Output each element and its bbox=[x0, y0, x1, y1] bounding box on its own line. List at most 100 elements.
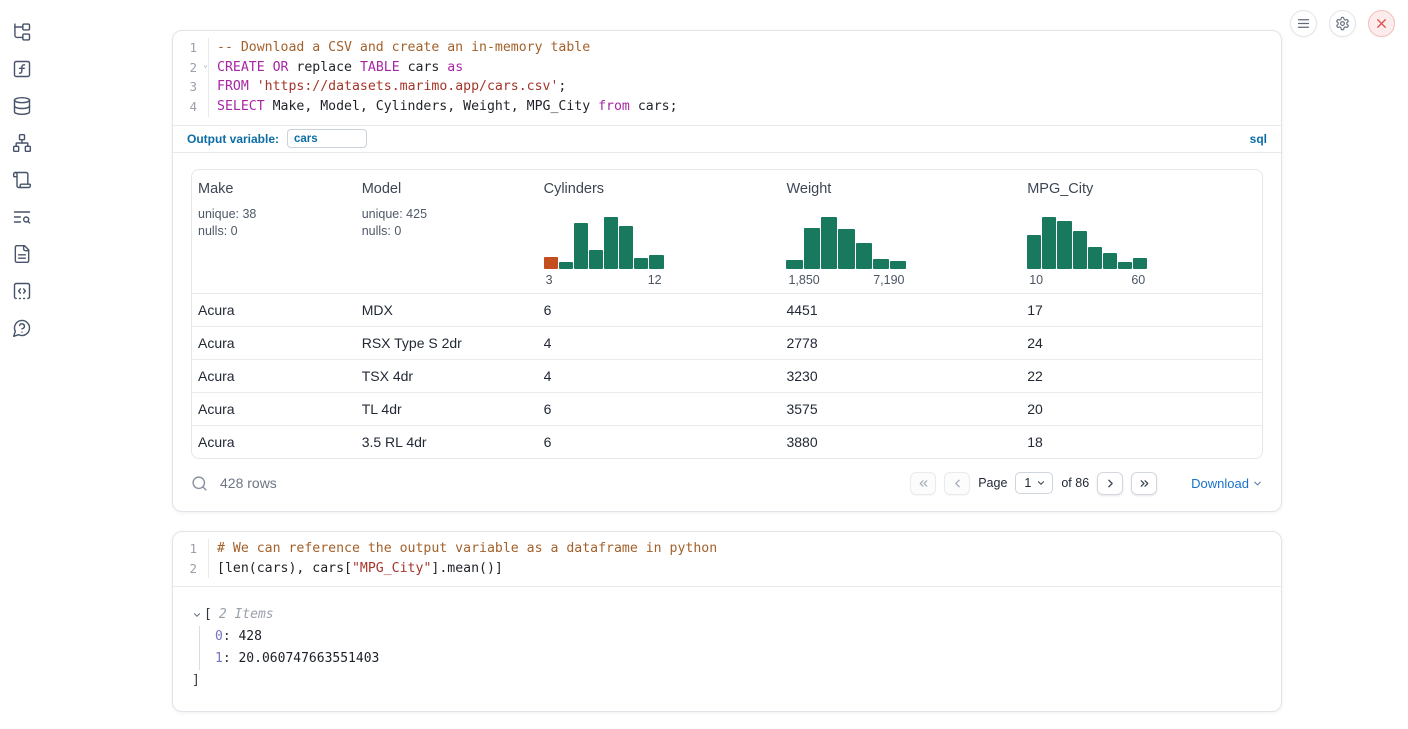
sidebar-item-datasources[interactable] bbox=[12, 96, 32, 116]
line-number: 1 bbox=[173, 38, 209, 58]
code-text[interactable]: CREATE OR replace TABLE cars as bbox=[209, 58, 463, 78]
histogram-bars bbox=[544, 217, 664, 269]
code-text[interactable]: -- Download a CSV and create an in-memor… bbox=[209, 38, 590, 58]
page-total-label: of 86 bbox=[1061, 476, 1089, 490]
column-name[interactable]: MPG_City bbox=[1027, 181, 1254, 197]
table-row[interactable]: AcuraRSX Type S 2dr4277824 bbox=[192, 326, 1262, 359]
token-c: -- Download a CSV and create an in-memor… bbox=[217, 40, 590, 55]
sidebar-item-snippets[interactable] bbox=[12, 281, 32, 301]
output-variable-label: Output variable: bbox=[187, 132, 279, 146]
fold-chevron-icon[interactable]: ⌄ bbox=[203, 61, 208, 69]
token-p bbox=[249, 79, 257, 94]
histogram-bar[interactable] bbox=[838, 229, 854, 269]
histogram-bar[interactable] bbox=[856, 243, 872, 269]
line-number: 2⌄ bbox=[173, 58, 209, 78]
histogram-bar[interactable] bbox=[649, 255, 663, 269]
column-name[interactable]: Make bbox=[198, 181, 348, 197]
sidebar-item-file-explorer[interactable] bbox=[12, 22, 32, 42]
code-line[interactable]: 1# We can reference the output variable … bbox=[173, 539, 1281, 559]
sidebar-item-documentation[interactable] bbox=[12, 244, 32, 264]
column-name[interactable]: Cylinders bbox=[544, 181, 773, 197]
code-line[interactable]: 2⌄CREATE OR replace TABLE cars as bbox=[173, 58, 1281, 78]
code-line[interactable]: 2[len(cars), cars["MPG_City"].mean()] bbox=[173, 559, 1281, 579]
page-select[interactable]: 1 bbox=[1015, 472, 1053, 494]
python-code-editor[interactable]: 1# We can reference the output variable … bbox=[173, 532, 1281, 586]
sidebar bbox=[0, 0, 44, 729]
table-row[interactable]: Acura3.5 RL 4dr6388018 bbox=[192, 425, 1262, 458]
gear-icon bbox=[1335, 16, 1350, 31]
histogram-bar[interactable] bbox=[1133, 258, 1147, 269]
first-page-button[interactable] bbox=[910, 472, 936, 495]
histogram-bar[interactable] bbox=[1088, 247, 1102, 269]
row-count: 428 rows bbox=[220, 475, 277, 491]
code-text[interactable]: [len(cars), cars["MPG_City"].mean()] bbox=[209, 559, 503, 579]
histogram-bar[interactable] bbox=[634, 258, 648, 269]
histogram-bar[interactable] bbox=[890, 261, 906, 269]
sidebar-item-help[interactable] bbox=[12, 318, 32, 338]
histogram-bar[interactable] bbox=[804, 228, 820, 269]
histogram-bar[interactable] bbox=[786, 260, 802, 269]
histogram-bar[interactable] bbox=[1073, 231, 1087, 269]
sidebar-item-logs[interactable] bbox=[12, 207, 32, 227]
tree-entry-index: 0 bbox=[215, 629, 223, 644]
sidebar-item-variables[interactable] bbox=[12, 59, 32, 79]
histogram-bar[interactable] bbox=[589, 250, 603, 269]
column-stats: unique: 425nulls: 0 bbox=[362, 206, 530, 240]
histogram-bar[interactable] bbox=[1042, 217, 1056, 269]
text-search-icon bbox=[12, 207, 32, 227]
column-header-mpg_city[interactable]: MPG_City1060 bbox=[1021, 170, 1262, 293]
code-text[interactable]: SELECT Make, Model, Cylinders, Weight, M… bbox=[209, 97, 678, 117]
table-cell: Acura bbox=[192, 434, 356, 450]
tree-root[interactable]: [ 2 Items bbox=[192, 604, 1263, 626]
column-header-weight[interactable]: Weight1,8507,190 bbox=[780, 170, 1021, 293]
table-row[interactable]: AcuraMDX6445117 bbox=[192, 293, 1262, 326]
language-badge[interactable]: sql bbox=[1250, 132, 1267, 146]
histogram-bar[interactable] bbox=[574, 223, 588, 269]
histogram-bar[interactable] bbox=[1118, 262, 1132, 269]
histogram-bar[interactable] bbox=[873, 259, 889, 269]
histogram-bar[interactable] bbox=[1027, 235, 1041, 269]
histogram-bar[interactable] bbox=[619, 226, 633, 269]
prev-page-button[interactable] bbox=[944, 472, 970, 495]
table-cell: 17 bbox=[1021, 302, 1262, 318]
sidebar-item-dependencies[interactable] bbox=[12, 133, 32, 153]
settings-button[interactable] bbox=[1329, 10, 1356, 37]
column-header-model[interactable]: Model unique: 425nulls: 0 bbox=[356, 170, 538, 293]
close-icon bbox=[1374, 16, 1389, 31]
code-line[interactable]: 1 -- Download a CSV and create an in-memo… bbox=[173, 38, 1281, 58]
menu-button[interactable] bbox=[1290, 10, 1317, 37]
table-cell: Acura bbox=[192, 335, 356, 351]
histogram-bar[interactable] bbox=[604, 217, 618, 269]
table-row[interactable]: AcuraTL 4dr6357520 bbox=[192, 392, 1262, 425]
output-variable-input[interactable] bbox=[287, 129, 367, 148]
column-header-cylinders[interactable]: Cylinders 312 bbox=[538, 170, 781, 293]
table-cell: 22 bbox=[1021, 368, 1262, 384]
table-row[interactable]: AcuraTSX 4dr4323022 bbox=[192, 359, 1262, 392]
topbar bbox=[1290, 10, 1395, 37]
download-button[interactable]: Download bbox=[1191, 476, 1263, 491]
axis-min-label: 1,850 bbox=[788, 273, 819, 287]
sidebar-item-scratchpad[interactable] bbox=[12, 170, 32, 190]
histogram-bar[interactable] bbox=[1057, 221, 1071, 269]
output-variable-row: Output variable: sql bbox=[173, 125, 1281, 153]
histogram-bar[interactable] bbox=[559, 262, 573, 269]
search-icon[interactable] bbox=[191, 475, 208, 492]
column-header-make[interactable]: Makeunique: 38nulls: 0 bbox=[192, 170, 356, 293]
code-text[interactable]: # We can reference the output variable a… bbox=[209, 539, 717, 559]
column-name[interactable]: Model bbox=[362, 181, 530, 197]
next-page-button[interactable] bbox=[1097, 472, 1123, 495]
table-cell: 4451 bbox=[780, 302, 1021, 318]
histogram-bar[interactable] bbox=[544, 257, 558, 269]
sql-code-editor[interactable]: 1 -- Download a CSV and create an in-memo… bbox=[173, 31, 1281, 125]
chevron-down-icon[interactable] bbox=[192, 610, 202, 620]
shutdown-button[interactable] bbox=[1368, 10, 1395, 37]
last-page-button[interactable] bbox=[1131, 472, 1157, 495]
code-line[interactable]: 4SELECT Make, Model, Cylinders, Weight, … bbox=[173, 97, 1281, 117]
histogram: 312 bbox=[544, 217, 664, 287]
code-line[interactable]: 3FROM 'https://datasets.marimo.app/cars.… bbox=[173, 77, 1281, 97]
token-p: cars; bbox=[630, 99, 678, 114]
histogram-bar[interactable] bbox=[821, 217, 837, 269]
code-text[interactable]: FROM 'https://datasets.marimo.app/cars.c… bbox=[209, 77, 566, 97]
histogram-bar[interactable] bbox=[1103, 253, 1117, 269]
column-name[interactable]: Weight bbox=[786, 181, 1013, 197]
